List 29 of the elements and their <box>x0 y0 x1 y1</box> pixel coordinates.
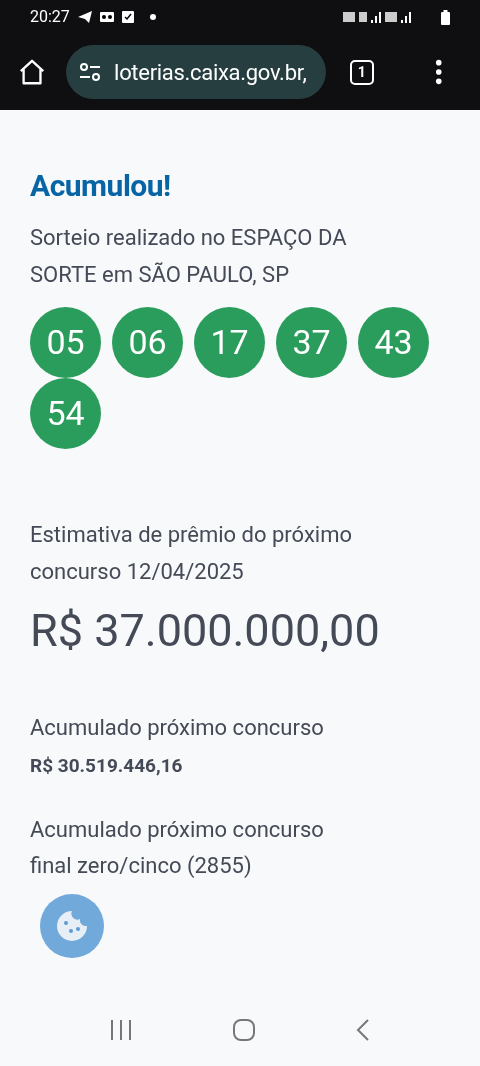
drawn-number: 17 <box>194 307 265 378</box>
accumulated-label: Acumulado próximo concurso final zero/cinco (2855) <box>30 816 325 880</box>
recent-apps-icon[interactable] <box>109 1019 134 1041</box>
draw-location: Sorteio realizado no ESPAÇO DA SORTE em SÃO PAULO, SP <box>30 224 348 289</box>
prize-estimate-value: R$ 37.000.000,00 <box>30 603 381 659</box>
drawn-number: 06 <box>112 307 183 378</box>
back-icon[interactable] <box>354 1018 371 1042</box>
accumulated-value: R$ 30.519.446,16 <box>30 753 184 779</box>
home-nav-icon[interactable] <box>232 1018 256 1042</box>
address-bar[interactable]: loterias.caixa.gov.br, <box>66 45 326 99</box>
more-options-icon[interactable] <box>435 59 443 85</box>
prize-estimate-label: Estimativa de prêmio do próximo concurso 12/04/2025 <box>30 521 353 586</box>
cookie-icon <box>55 909 89 943</box>
checkbox-icon <box>121 11 134 23</box>
dot-icon <box>149 14 156 20</box>
drawn-number: 05 <box>30 307 101 378</box>
telegram-icon <box>77 11 92 23</box>
result-title: Acumulou! <box>30 167 172 205</box>
site-settings-icon[interactable] <box>78 62 103 82</box>
accumulated-label: Acumulado próximo concurso <box>30 714 325 742</box>
battery-icon <box>441 9 450 25</box>
home-icon[interactable] <box>18 58 47 86</box>
drawn-number: 37 <box>276 307 347 378</box>
tab-switcher-button[interactable]: 1 <box>349 59 374 85</box>
url-text: loterias.caixa.gov.br, <box>114 58 307 87</box>
drawn-number: 43 <box>358 307 429 378</box>
drawn-number: 54 <box>30 378 101 449</box>
status-time: 20:27 <box>30 6 70 28</box>
voicemail-icon <box>99 11 114 23</box>
